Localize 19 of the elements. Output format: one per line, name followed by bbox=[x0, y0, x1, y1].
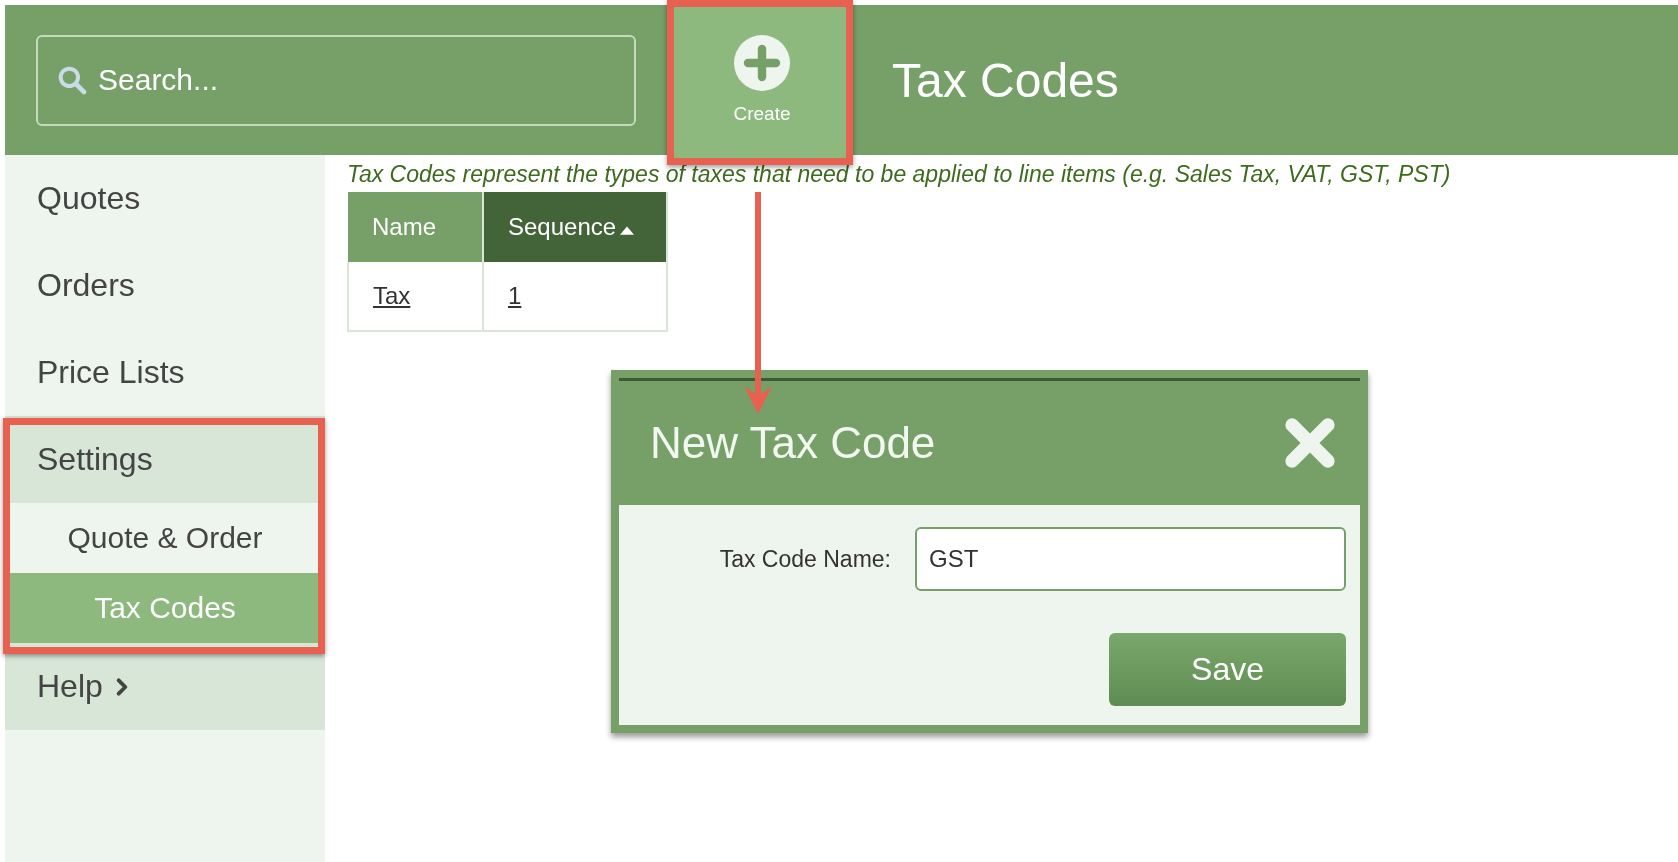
table-link[interactable]: 1 bbox=[508, 282, 522, 309]
dialog-title: New Tax Code bbox=[650, 418, 936, 468]
table-link[interactable]: Tax bbox=[373, 282, 411, 309]
field-label: Tax Code Name: bbox=[719, 545, 891, 573]
tax-code-name-input[interactable]: GST bbox=[915, 527, 1346, 591]
close-icon[interactable] bbox=[1282, 415, 1338, 471]
search-icon bbox=[56, 64, 88, 96]
sidebar-item[interactable]: Quotes bbox=[5, 155, 325, 242]
sidebar-item[interactable]: Price Lists bbox=[5, 329, 325, 416]
sidebar-item[interactable]: Orders bbox=[5, 242, 325, 329]
page-title: Tax Codes bbox=[892, 52, 1119, 108]
description-text: Tax Codes represent the types of taxes that need to be applied to line items (e.g. Sales Tax, VAT, GST, PST) bbox=[347, 161, 1452, 188]
chevron-icon bbox=[114, 676, 129, 697]
search-input[interactable]: Search... bbox=[96, 62, 634, 98]
plus-circle-icon bbox=[734, 35, 790, 91]
sort-up-icon bbox=[620, 225, 635, 235]
sidebar-item[interactable]: Help bbox=[5, 643, 325, 730]
column-header[interactable]: Sequence bbox=[483, 192, 667, 262]
search-field[interactable]: Search... bbox=[36, 34, 636, 126]
